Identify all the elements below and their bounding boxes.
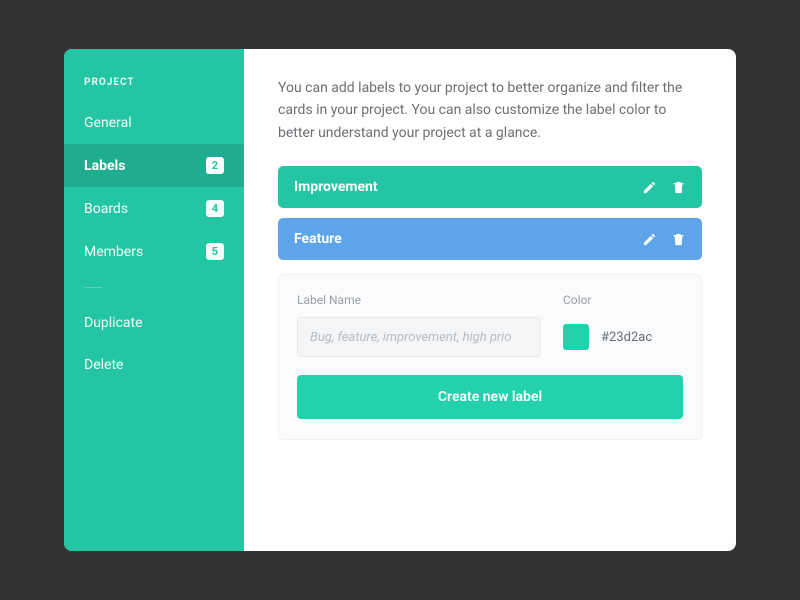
sidebar-item-label: Duplicate: [84, 315, 143, 331]
sidebar-heading: PROJECT: [64, 77, 244, 102]
label-row-improvement: Improvement: [278, 166, 702, 208]
create-label-button[interactable]: Create new label: [297, 375, 683, 419]
color-field-group: Color #23d2ac: [563, 293, 683, 357]
label-row-feature: Feature: [278, 218, 702, 260]
name-field-group: Label Name: [297, 293, 541, 357]
sidebar-item-members[interactable]: Members 5: [64, 230, 244, 273]
label-actions: [642, 232, 686, 247]
new-label-form: Label Name Color #23d2ac Create new labe…: [278, 274, 702, 440]
label-actions: [642, 180, 686, 195]
sidebar-item-boards[interactable]: Boards 4: [64, 187, 244, 230]
sidebar-item-duplicate[interactable]: Duplicate: [64, 302, 244, 344]
sidebar-item-label: Delete: [84, 357, 123, 373]
sidebar-item-delete[interactable]: Delete: [64, 344, 244, 386]
name-field-label: Label Name: [297, 293, 541, 307]
color-swatch: [563, 324, 589, 350]
labels-description: You can add labels to your project to be…: [278, 77, 702, 144]
label-name: Improvement: [294, 179, 642, 195]
sidebar-item-label: Boards: [84, 201, 128, 217]
label-name: Feature: [294, 231, 642, 247]
color-hex-value: #23d2ac: [601, 330, 652, 345]
trash-icon[interactable]: [671, 232, 686, 247]
sidebar-divider: [84, 287, 102, 288]
edit-icon[interactable]: [642, 180, 657, 195]
main-panel: You can add labels to your project to be…: [244, 49, 736, 551]
color-picker[interactable]: #23d2ac: [563, 317, 683, 357]
project-settings-modal: PROJECT General Labels 2 Boards 4 Member…: [64, 49, 736, 551]
label-name-input[interactable]: [297, 317, 541, 357]
sidebar-item-labels[interactable]: Labels 2: [64, 144, 244, 187]
sidebar-item-label: Members: [84, 244, 143, 260]
sidebar-item-label: Labels: [84, 158, 125, 174]
edit-icon[interactable]: [642, 232, 657, 247]
sidebar-item-general[interactable]: General: [64, 102, 244, 144]
count-badge: 4: [206, 200, 224, 217]
count-badge: 2: [206, 157, 224, 174]
color-field-label: Color: [563, 293, 683, 307]
count-badge: 5: [206, 243, 224, 260]
sidebar-item-label: General: [84, 115, 132, 131]
sidebar: PROJECT General Labels 2 Boards 4 Member…: [64, 49, 244, 551]
trash-icon[interactable]: [671, 180, 686, 195]
